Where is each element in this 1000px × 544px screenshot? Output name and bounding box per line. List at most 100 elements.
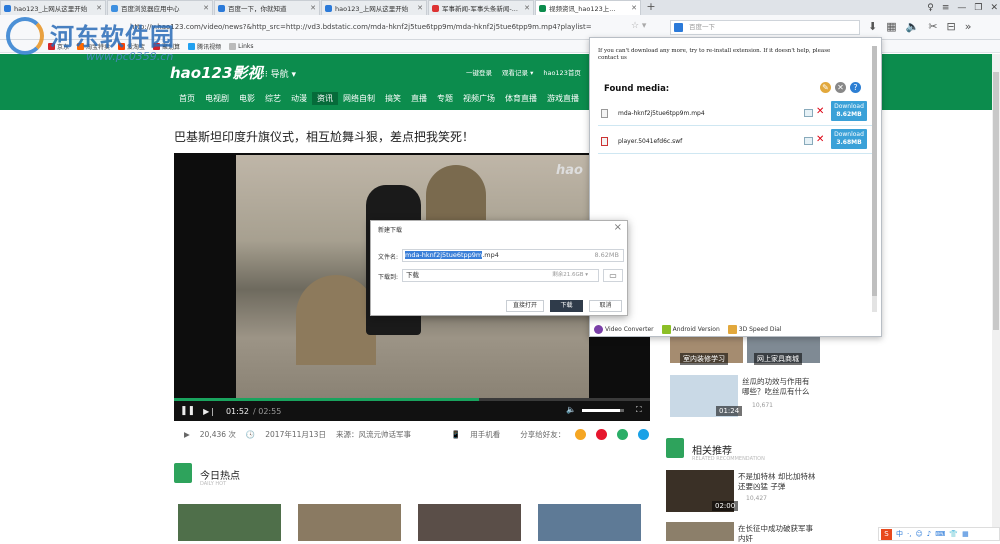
qq-icon[interactable] xyxy=(638,428,650,440)
help-icon[interactable]: ? xyxy=(850,82,861,93)
restore-button[interactable]: ❐ xyxy=(974,3,982,13)
nav-item[interactable]: 体育直播 xyxy=(500,92,542,105)
browser-tab[interactable]: hao123_上网从这里开始 ✕ xyxy=(0,0,106,15)
video-thumb[interactable] xyxy=(666,522,734,541)
nav-item-selected[interactable]: 资讯 xyxy=(312,92,338,105)
scrollbar-thumb[interactable] xyxy=(872,46,877,296)
speed-dial-link[interactable]: 3D Speed Dial xyxy=(727,325,781,334)
home-link[interactable]: hao123首页 xyxy=(543,67,581,77)
nav-item[interactable]: 视频广场 xyxy=(458,92,500,105)
close-tab-icon[interactable]: ✕ xyxy=(631,4,637,12)
hot-video-thumb[interactable] xyxy=(298,504,401,541)
ime-mode[interactable]: 中 xyxy=(896,529,903,539)
qzone-icon[interactable] xyxy=(596,428,608,440)
close-window-button[interactable]: ✕ xyxy=(990,3,998,13)
star-icon[interactable]: ☆ ▾ xyxy=(631,21,646,31)
phone-icon: 📱 xyxy=(450,429,461,439)
tools-icon[interactable]: ✂ xyxy=(928,20,937,33)
search-engine-icon[interactable] xyxy=(674,23,683,32)
close-tab-icon[interactable]: ✕ xyxy=(417,4,423,12)
hot-video-thumb[interactable] xyxy=(178,504,281,541)
nav-item[interactable]: 综艺 xyxy=(260,92,286,105)
open-directly-button[interactable]: 直接打开 xyxy=(506,300,544,312)
file-icon xyxy=(601,109,608,118)
mobile-link[interactable]: 用手机看 xyxy=(470,429,500,440)
browser-tab-active[interactable]: 视频资讯_hao123上... ✕ xyxy=(535,0,641,15)
copy-icon[interactable] xyxy=(804,109,813,117)
browser-tab[interactable]: 百度一下，你就知道 ✕ xyxy=(214,0,320,15)
cancel-button[interactable]: 取消 xyxy=(589,300,622,312)
video-link[interactable]: 在长征中成功破获军事内奸 xyxy=(738,524,816,544)
save-path-select[interactable]: 下载 剩余21.6GB ▾ xyxy=(402,269,599,282)
page-scrollbar[interactable] xyxy=(992,54,1000,529)
close-tab-icon[interactable]: ✕ xyxy=(96,4,102,12)
close-icon[interactable]: × xyxy=(614,222,622,233)
toolbox-icon[interactable]: ▦ xyxy=(962,530,969,538)
ime-toolbar: S 中 ·, ☺ ♪ ⌨ 👕 ▦ xyxy=(878,527,1000,541)
skin-icon[interactable]: 👕 xyxy=(949,530,958,538)
extension-icon[interactable]: ▦ xyxy=(886,20,896,33)
keyboard-icon[interactable]: ⌨ xyxy=(935,530,945,538)
volume-slider[interactable] xyxy=(582,409,624,412)
video-link[interactable]: 不是加特林 却比加特林还要凶猛 子弹 xyxy=(738,472,816,492)
new-tab-button[interactable]: + xyxy=(642,0,660,15)
nav-item[interactable]: 游戏直播 xyxy=(542,92,584,105)
browse-folder-button[interactable]: ▭ xyxy=(603,269,623,282)
popup-scrollbar[interactable] xyxy=(872,46,877,312)
copy-icon[interactable] xyxy=(804,137,813,145)
player-controls: ❚❚ ▶❘ 01:52 / 02:55 🔈 ⛶ xyxy=(174,401,650,421)
nav-item[interactable]: 网络自制 xyxy=(338,92,380,105)
nav-item[interactable]: 电视剧 xyxy=(200,92,234,105)
browser-tab[interactable]: 军事新闻-军事头条新闻-... ✕ xyxy=(428,0,534,15)
sogou-icon[interactable]: S xyxy=(881,528,892,540)
download-button[interactable]: Download 8.62MB xyxy=(831,101,867,121)
collapse-icon[interactable]: ⊟ xyxy=(947,20,956,33)
close-tab-icon[interactable]: ✕ xyxy=(203,4,209,12)
download-button[interactable]: Download 3.68MB xyxy=(831,129,867,149)
watermark-url: www.pc0359.cn xyxy=(86,50,174,63)
nav-item[interactable]: 首页 xyxy=(174,92,200,105)
search-input[interactable]: 百度一下 xyxy=(670,20,860,35)
mic-icon[interactable]: ♪ xyxy=(927,530,931,538)
history-link[interactable]: 观看记录 ▾ xyxy=(502,67,533,77)
weibo-icon[interactable] xyxy=(575,428,587,440)
punct-icon[interactable]: ·, xyxy=(907,530,911,538)
filename-input[interactable]: mda-hknf2j5tue6tpp9m.mp4 8.62MB xyxy=(402,249,624,262)
browser-tab[interactable]: 百度浏览器应用中心 ✕ xyxy=(107,0,213,15)
more-icon[interactable]: » xyxy=(965,20,972,33)
clean-icon[interactable]: ✎ xyxy=(820,82,831,93)
close-tab-icon[interactable]: ✕ xyxy=(524,4,530,12)
close-tab-icon[interactable]: ✕ xyxy=(310,4,316,12)
login-link[interactable]: 一键登录 xyxy=(466,67,492,77)
hot-video-thumb[interactable] xyxy=(538,504,641,541)
next-icon[interactable]: ▶❘ xyxy=(203,407,216,416)
download-icon[interactable]: ⬇ xyxy=(868,20,877,33)
skin-icon[interactable]: ♀ xyxy=(927,3,934,13)
volume-icon[interactable]: 🔈 xyxy=(566,405,576,414)
fullscreen-icon[interactable]: ⛶ xyxy=(636,405,642,415)
nav-item[interactable]: 搞笑 xyxy=(380,92,406,105)
hot-video-thumb[interactable] xyxy=(418,504,521,541)
filename-selection: mda-hknf2j5tue6tpp9m xyxy=(405,251,483,259)
nav-item[interactable]: 动漫 xyxy=(286,92,312,105)
scrollbar-thumb[interactable] xyxy=(993,72,999,330)
nav-item[interactable]: 直播 xyxy=(406,92,432,105)
nav-item[interactable]: 专题 xyxy=(432,92,458,105)
nav-dropdown[interactable]: ⁝⁝ 导航 ▾ xyxy=(262,67,296,80)
remove-icon[interactable]: ✕ xyxy=(816,134,824,145)
browser-tab[interactable]: hao123_上网从这里开始 ✕ xyxy=(321,0,427,15)
media-downloader-popup: If you can't download any more, try to r… xyxy=(589,37,882,337)
remove-icon[interactable]: ✕ xyxy=(816,106,824,117)
download-button[interactable]: 下载 xyxy=(550,300,583,312)
pause-icon[interactable]: ❚❚ xyxy=(180,406,195,416)
settings-icon[interactable]: ✕ xyxy=(835,82,846,93)
video-converter-link[interactable]: Video Converter xyxy=(594,325,654,334)
minimize-button[interactable]: — xyxy=(957,3,966,13)
sound-icon[interactable]: 🔈 xyxy=(906,20,920,33)
wechat-icon[interactable] xyxy=(617,428,629,440)
android-version-link[interactable]: Android Version xyxy=(661,325,720,334)
video-link[interactable]: 丝瓜的功效与作用有哪些？吃丝瓜有什么 xyxy=(742,377,816,397)
menu-icon[interactable]: ≡ xyxy=(942,3,950,13)
nav-item[interactable]: 电影 xyxy=(234,92,260,105)
emoji-icon[interactable]: ☺ xyxy=(915,530,922,538)
